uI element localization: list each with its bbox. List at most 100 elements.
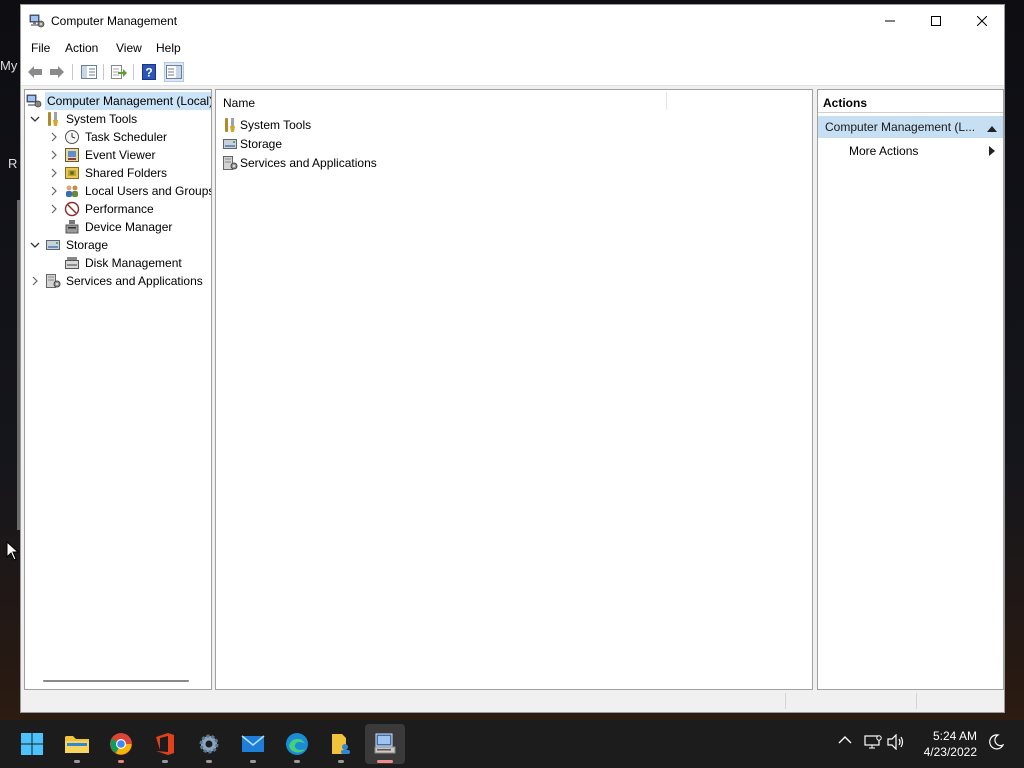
forward-button[interactable] (47, 62, 67, 82)
window-title: Computer Management (51, 14, 178, 28)
tree-item-label: Local Users and Groups (85, 184, 212, 198)
shared-folder-icon (64, 165, 80, 181)
running-indicator (74, 760, 80, 763)
list-item-system-tools[interactable]: System Tools (222, 116, 311, 134)
network-icon (864, 735, 882, 749)
taskbar-edge[interactable] (277, 724, 317, 764)
folder-icon (65, 736, 89, 753)
services-applications-icon (45, 273, 61, 289)
toolbar: ? (21, 59, 1004, 86)
tree-item-task-scheduler[interactable]: Task Scheduler (46, 128, 169, 146)
close-button[interactable] (959, 5, 1005, 37)
tree-item-system-tools[interactable]: System Tools (27, 110, 139, 128)
chevron-right-icon[interactable] (27, 273, 43, 289)
tree-item-disk-management[interactable]: Disk Management (46, 254, 184, 272)
mouse-cursor-icon (6, 540, 20, 564)
focus-assist[interactable] (988, 734, 1005, 753)
actions-title: Actions (823, 96, 868, 110)
taskbar-chrome[interactable] (101, 724, 141, 764)
start-button[interactable] (12, 724, 52, 764)
forward-arrow-icon (50, 66, 64, 78)
collapse-up-icon[interactable] (987, 122, 997, 136)
desktop-icon-label-2[interactable]: R (8, 156, 17, 171)
taskbar-file-app[interactable] (321, 724, 361, 764)
toolbar-separator (103, 64, 104, 80)
chevron-right-icon[interactable] (46, 129, 62, 145)
computer-management-icon (374, 733, 396, 754)
action-pane-icon (166, 65, 182, 79)
tree-item-root[interactable]: Computer Management (Local) (26, 92, 211, 110)
tree-item-label: Services and Applications (66, 274, 203, 288)
actions-section-computer-management[interactable]: Computer Management (L... (818, 116, 1003, 138)
minimize-button[interactable] (867, 5, 913, 37)
help-icon: ? (142, 64, 156, 80)
volume-control[interactable] (887, 733, 905, 753)
tree-item-storage[interactable]: Storage (27, 236, 110, 254)
menu-file[interactable]: File (31, 41, 50, 55)
list-column-header[interactable]: Name (216, 90, 812, 113)
back-button[interactable] (25, 62, 45, 82)
chevron-right-icon[interactable] (46, 165, 62, 181)
result-list-pane[interactable]: Name System Tools Storage Services and A… (215, 89, 813, 690)
tree-item-shared-folders[interactable]: Shared Folders (46, 164, 169, 182)
taskbar-office[interactable] (145, 724, 185, 764)
list-item-label: Storage (240, 137, 283, 151)
list-item-storage[interactable]: Storage (222, 135, 282, 153)
running-indicator (250, 760, 256, 763)
tree-item-label: Event Viewer (85, 148, 156, 162)
taskbar-mail[interactable] (233, 724, 273, 764)
tree-item-services-applications[interactable]: Services and Applications (27, 272, 205, 290)
chevron-right-icon[interactable] (46, 201, 62, 217)
tree-item-event-viewer[interactable]: Event Viewer (46, 146, 157, 164)
actions-header: Actions (818, 90, 1003, 113)
running-indicator (338, 760, 344, 763)
chevron-right-icon[interactable] (46, 147, 62, 163)
moon-icon (989, 734, 1005, 750)
chevron-right-icon[interactable] (46, 183, 62, 199)
tree-item-label: Disk Management (85, 256, 182, 270)
more-actions-item[interactable]: More Actions (849, 144, 918, 158)
chevron-down-icon[interactable] (27, 237, 43, 253)
taskbar-settings[interactable] (189, 724, 229, 764)
performance-icon (64, 201, 80, 217)
network-status[interactable] (864, 734, 882, 753)
show-hide-console-tree-button[interactable] (79, 62, 99, 82)
close-icon (977, 16, 987, 26)
storage-icon (222, 136, 238, 152)
toolbar-separator (72, 64, 73, 80)
tree-item-local-users-groups[interactable]: Local Users and Groups (46, 182, 212, 200)
taskbar-computer-management[interactable] (365, 724, 405, 764)
help-button[interactable]: ? (139, 62, 159, 82)
tree-item-device-manager[interactable]: Device Manager (46, 218, 174, 236)
taskbar: 5:24 AM 4/23/2022 (0, 720, 1024, 768)
tree-horizontal-scrollbar[interactable] (43, 680, 189, 682)
console-tree-pane[interactable]: Computer Management (Local) System Tools… (24, 89, 212, 690)
tree-item-label: Device Manager (85, 220, 173, 234)
title-bar[interactable]: Computer Management (21, 5, 1004, 37)
system-clock[interactable]: 5:24 AM 4/23/2022 (924, 728, 977, 760)
column-name-header[interactable]: Name (223, 96, 255, 110)
console-tree-icon (81, 65, 97, 79)
list-item-label: Services and Applications (240, 156, 377, 170)
taskbar-file-explorer[interactable] (57, 724, 97, 764)
storage-icon (45, 237, 61, 253)
export-list-icon (111, 65, 127, 79)
column-divider[interactable] (666, 92, 667, 110)
menu-view[interactable]: View (116, 41, 142, 55)
list-item-services-applications[interactable]: Services and Applications (222, 154, 377, 172)
show-hidden-icons-button[interactable] (838, 734, 852, 749)
tree-item-label: Storage (66, 238, 109, 252)
gear-icon (199, 734, 219, 754)
menu-action[interactable]: Action (65, 41, 98, 55)
users-icon (64, 183, 80, 199)
export-list-button[interactable] (109, 62, 129, 82)
tree-item-label: Computer Management (Local) (45, 92, 211, 110)
tree-item-performance[interactable]: Performance (46, 200, 156, 218)
menu-help[interactable]: Help (156, 41, 181, 55)
desktop-icon-label[interactable]: My (0, 58, 17, 73)
running-indicator (294, 760, 300, 763)
chevron-up-icon (838, 736, 852, 744)
show-hide-action-pane-button[interactable] (164, 62, 184, 82)
maximize-button[interactable] (913, 5, 959, 37)
chevron-down-icon[interactable] (27, 111, 43, 127)
